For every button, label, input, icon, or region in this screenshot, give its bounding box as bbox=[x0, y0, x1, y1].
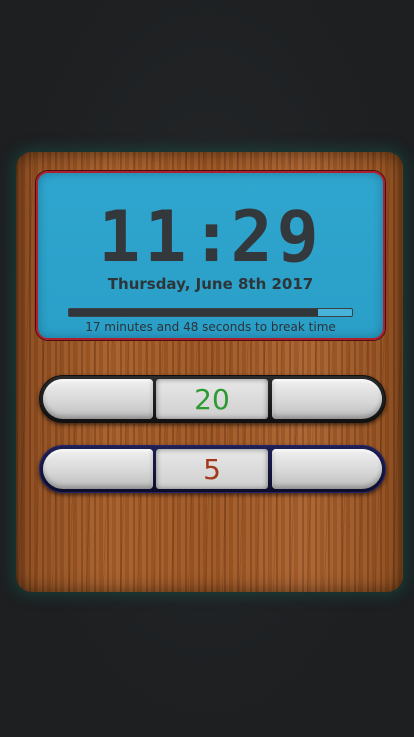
clock-minutes: 29 bbox=[230, 196, 323, 278]
clock-display: 11:29 bbox=[38, 197, 383, 277]
break-duration-value: 5 bbox=[156, 449, 268, 489]
clock-separator: : bbox=[190, 196, 237, 278]
break-increment-button[interactable] bbox=[272, 449, 382, 489]
work-increment-button[interactable] bbox=[272, 379, 382, 419]
break-countdown-text: 17 minutes and 48 seconds to break time bbox=[85, 320, 336, 334]
break-duration-stepper: 5 bbox=[39, 445, 386, 493]
app-screen: 11:29 Thursday, June 8th 2017 17 minutes… bbox=[0, 0, 414, 737]
work-duration-value: 20 bbox=[156, 379, 268, 419]
date-label: Thursday, June 8th 2017 bbox=[107, 275, 314, 293]
clock-hours: 11 bbox=[98, 196, 191, 278]
work-decrement-button[interactable] bbox=[43, 379, 153, 419]
break-progress-fill bbox=[69, 309, 319, 316]
work-duration-stepper: 20 bbox=[39, 375, 386, 423]
break-progress-bar bbox=[68, 308, 353, 317]
lcd-display: 11:29 Thursday, June 8th 2017 17 minutes… bbox=[36, 171, 385, 340]
break-decrement-button[interactable] bbox=[43, 449, 153, 489]
